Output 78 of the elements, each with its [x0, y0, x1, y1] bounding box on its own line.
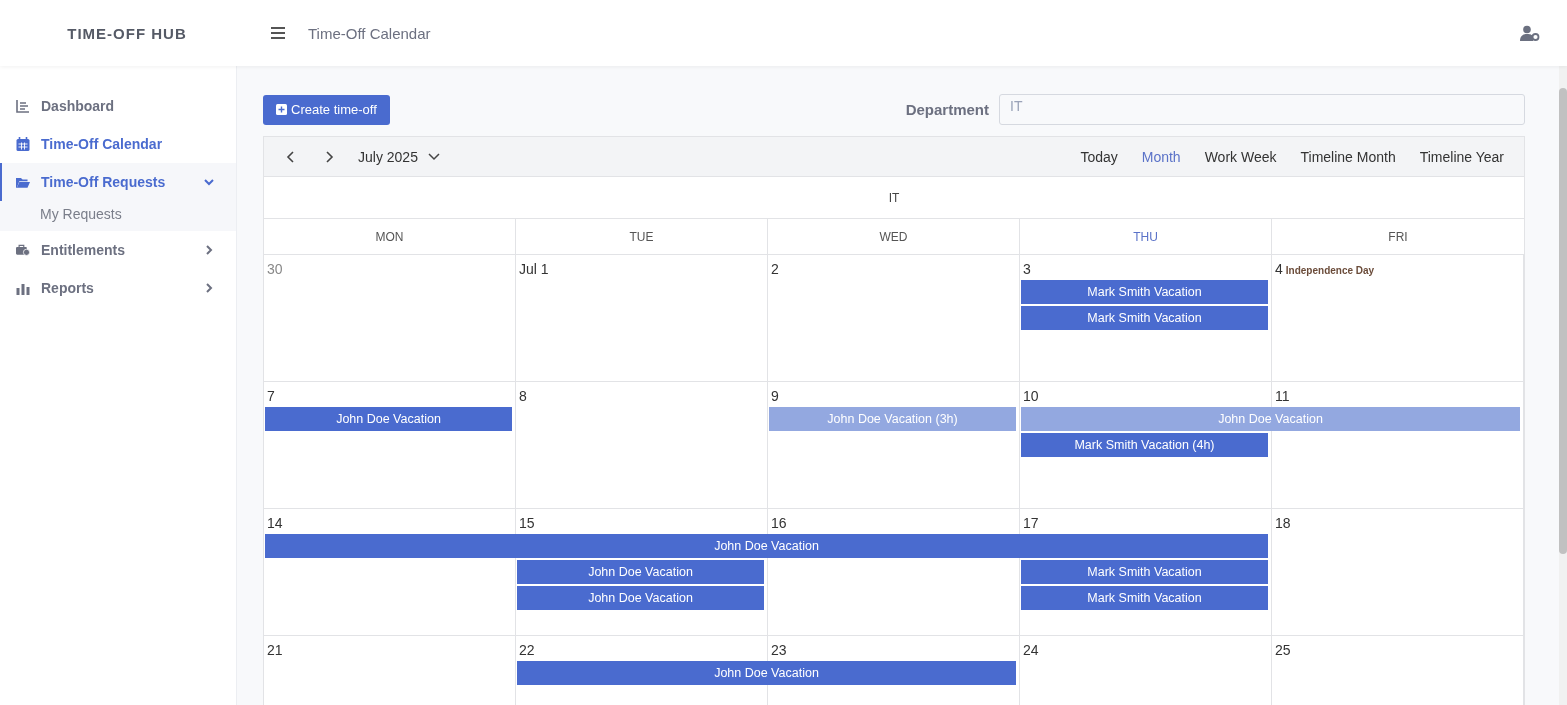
- chevron-right-icon: [204, 245, 214, 255]
- view-tab[interactable]: Timeline Month: [1300, 148, 1396, 165]
- day-number: 9: [771, 388, 779, 404]
- event-bar[interactable]: John Doe Vacation: [517, 560, 764, 584]
- event-bar[interactable]: John Doe Vacation: [517, 661, 1016, 685]
- bar-chart-icon: [16, 281, 30, 295]
- folder-icon: [16, 175, 30, 189]
- event-bar[interactable]: Mark Smith Vacation: [1021, 306, 1268, 330]
- chevron-right-icon: [204, 283, 214, 293]
- previous-icon[interactable]: [286, 149, 296, 164]
- event-bar[interactable]: Mark Smith Vacation: [1021, 280, 1268, 304]
- event-bar[interactable]: John Doe Vacation: [265, 407, 512, 431]
- day-number: 4: [1275, 261, 1283, 277]
- day-number: 10: [1023, 388, 1039, 404]
- briefcase-clock-icon: [16, 243, 30, 257]
- weekday-header: TUE: [516, 219, 768, 254]
- day-cell[interactable]: 21: [264, 636, 516, 705]
- sidebar-item[interactable]: Reports: [0, 269, 236, 307]
- weekday-header: MON: [264, 219, 516, 254]
- day-number: 14: [267, 515, 283, 531]
- user-settings-icon[interactable]: [1520, 25, 1540, 41]
- event-bar[interactable]: John Doe Vacation: [517, 586, 764, 610]
- event-bar[interactable]: Mark Smith Vacation: [1021, 560, 1268, 584]
- group-header: IT: [888, 190, 900, 205]
- day-cell[interactable]: 2: [768, 255, 1020, 383]
- day-number: 11: [1275, 388, 1290, 404]
- day-number: 8: [519, 388, 527, 404]
- day-number: 15: [519, 515, 535, 531]
- day-number: 3: [1023, 261, 1031, 277]
- weekday-header: FRI: [1387, 228, 1409, 246]
- day-cell[interactable]: 24: [1020, 636, 1272, 705]
- sidebar-item[interactable]: Dashboard: [0, 87, 236, 125]
- next-icon[interactable]: [324, 149, 334, 164]
- day-cell[interactable]: 8: [516, 382, 768, 510]
- event-bar[interactable]: Mark Smith Vacation: [1021, 586, 1268, 610]
- day-number: 7: [267, 388, 275, 404]
- day-cell[interactable]: Jul 1: [516, 255, 768, 383]
- page-title: Time-Off Calendar: [308, 24, 431, 42]
- scrollbar-thumb[interactable]: [1559, 88, 1567, 554]
- holiday-label: Independence Day: [1285, 265, 1375, 276]
- day-number: 2: [771, 261, 779, 277]
- chart-icon: [16, 99, 30, 113]
- day-number: 30: [267, 261, 283, 277]
- day-number: 23: [771, 642, 787, 658]
- create-time-off-button[interactable]: Create time-off: [263, 94, 390, 125]
- department-field[interactable]: IT: [999, 94, 1525, 125]
- day-number: Jul 1: [519, 261, 549, 277]
- sidebar-item[interactable]: Time-Off Calendar: [0, 125, 236, 163]
- caret-icon[interactable]: [427, 152, 440, 161]
- view-tab[interactable]: Month: [1141, 148, 1181, 165]
- day-number: 24: [1023, 642, 1039, 658]
- view-tab[interactable]: Today: [1080, 148, 1118, 165]
- day-number: 22: [519, 642, 535, 658]
- day-number: 18: [1275, 515, 1291, 531]
- sidebar-item[interactable]: Entitlements: [0, 231, 236, 269]
- event-bar[interactable]: John Doe Vacation: [265, 534, 1268, 558]
- department-label: Department: [905, 101, 989, 118]
- view-tab[interactable]: Work Week: [1204, 148, 1277, 165]
- day-cell[interactable]: 30: [264, 255, 516, 383]
- event-bar[interactable]: Mark Smith Vacation (4h): [1021, 433, 1268, 457]
- day-number: 21: [267, 642, 283, 658]
- sidebar-subitem[interactable]: My Requests: [0, 201, 236, 231]
- period-picker[interactable]: July 2025: [358, 148, 418, 165]
- weekday-header: WED: [768, 219, 1020, 254]
- day-number: 17: [1023, 515, 1039, 531]
- day-cell[interactable]: 18: [1272, 509, 1524, 637]
- day-number: 16: [771, 515, 787, 531]
- plus-square-icon: [276, 104, 287, 115]
- chevron-down-icon: [204, 177, 214, 187]
- calendar-icon: [16, 137, 30, 151]
- brand-logo: TIME-OFF HUB: [66, 24, 188, 42]
- day-number: 25: [1275, 642, 1291, 658]
- menu-icon[interactable]: [270, 26, 286, 40]
- sidebar-item[interactable]: Time-Off Requests: [0, 163, 236, 201]
- day-cell[interactable]: 25: [1272, 636, 1524, 705]
- view-tab[interactable]: Timeline Year: [1419, 148, 1504, 165]
- day-cell[interactable]: 4 Independence Day: [1272, 255, 1524, 383]
- weekday-header: THU: [1020, 219, 1272, 254]
